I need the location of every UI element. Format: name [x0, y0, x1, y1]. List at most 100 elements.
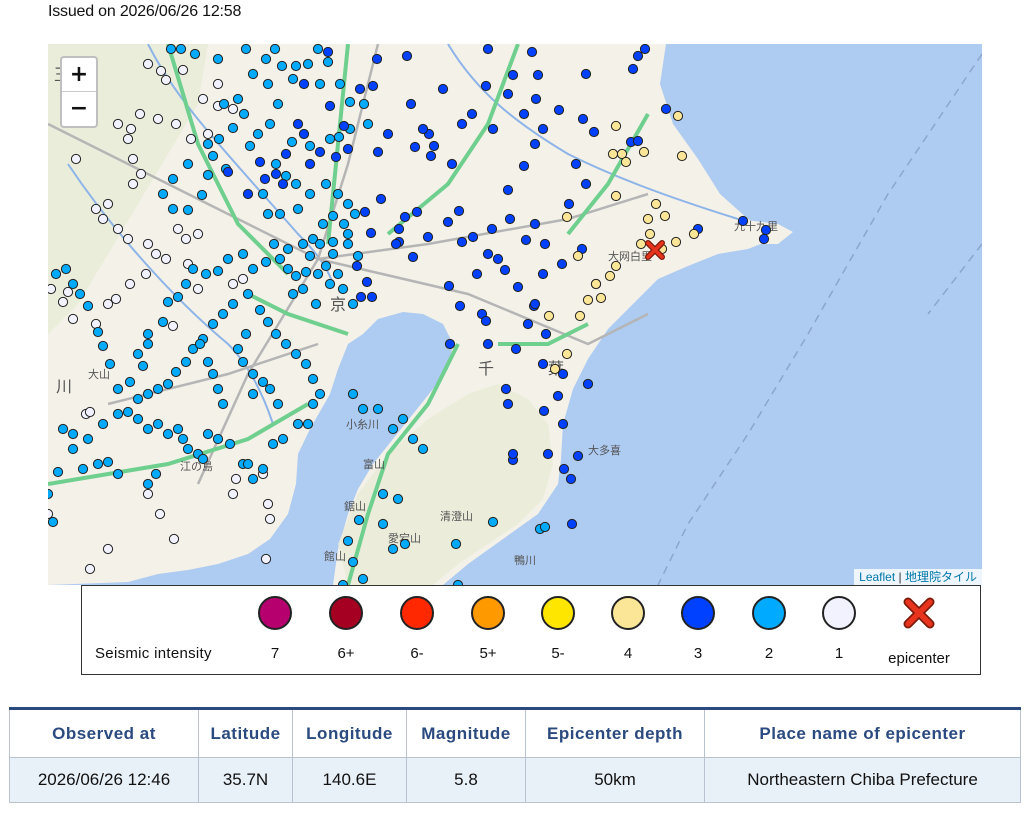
station-marker-2 [302, 58, 314, 70]
station-marker-3 [222, 166, 234, 178]
station-marker-2 [267, 438, 279, 450]
station-marker-3 [467, 231, 479, 243]
legend-item-5plus: 5+ [448, 596, 528, 666]
station-marker-1 [102, 543, 114, 555]
station-marker-1 [152, 113, 164, 125]
intensity-map[interactable]: 玉 千 葉 京 川 大山 江の島 小糸川 清澄山 大多喜 愛宕山 富山 鋸山 館… [48, 44, 982, 585]
station-marker-2 [312, 44, 324, 55]
station-marker-3 [582, 378, 594, 390]
station-marker-3 [446, 158, 458, 170]
station-marker-2 [187, 263, 199, 275]
place-label: 小糸川 [346, 418, 379, 431]
legend-label: 2 [764, 645, 774, 662]
station-marker-1 [155, 65, 167, 77]
station-marker-3 [537, 358, 549, 370]
legend-item-1: 1 [799, 596, 879, 666]
station-marker-3 [393, 223, 405, 235]
station-marker-2 [272, 398, 284, 410]
station-marker-3 [382, 128, 394, 140]
legend-swatch-icon [471, 596, 505, 630]
station-marker-3 [298, 128, 310, 140]
station-marker-2 [327, 236, 339, 248]
cell-observed-at: 2026/06/26 12:46 [9, 757, 199, 803]
station-marker-2 [297, 238, 309, 250]
station-marker-2 [162, 378, 174, 390]
zoom-in-button[interactable]: + [62, 58, 96, 92]
station-marker-3 [304, 158, 316, 170]
station-marker-3 [354, 83, 366, 95]
station-marker-3 [480, 80, 492, 92]
station-marker-2 [377, 518, 389, 530]
station-marker-3 [558, 463, 570, 475]
station-marker-3 [314, 146, 326, 158]
station-marker-1 [124, 278, 136, 290]
station-marker-2 [387, 543, 399, 555]
leaflet-link[interactable]: Leaflet [859, 570, 895, 584]
station-marker-3 [401, 50, 413, 62]
station-marker-4 [650, 198, 662, 210]
station-marker-2 [282, 243, 294, 255]
place-label: 千 [478, 360, 494, 378]
station-marker-3 [507, 448, 519, 460]
station-marker-3 [518, 108, 530, 120]
station-marker-3 [361, 276, 373, 288]
col-epicenter-depth: Epicenter depth [525, 707, 705, 758]
station-marker-3 [529, 298, 541, 310]
zoom-out-button[interactable]: − [62, 92, 96, 125]
station-marker-2 [232, 93, 244, 105]
place-label: 富山 [363, 457, 385, 471]
station-marker-2 [268, 238, 280, 250]
station-marker-2 [358, 98, 370, 110]
station-marker-2 [277, 433, 289, 445]
station-marker-2 [180, 278, 192, 290]
station-marker-4 [635, 238, 647, 250]
station-marker-3 [627, 63, 639, 75]
station-marker-3 [359, 206, 371, 218]
station-marker-3 [270, 168, 282, 180]
station-marker-1 [48, 283, 57, 295]
station-marker-4 [672, 110, 684, 122]
station-marker-3 [577, 113, 589, 125]
station-marker-3 [758, 233, 770, 245]
station-marker-1 [110, 293, 122, 305]
station-marker-4 [644, 228, 656, 240]
station-marker-3 [529, 218, 541, 230]
station-marker-2 [162, 296, 174, 308]
station-marker-2 [207, 318, 219, 330]
cell-longitude: 140.6E [292, 757, 407, 803]
station-marker-2 [314, 78, 326, 90]
station-marker-2 [304, 250, 316, 262]
station-marker-2 [282, 263, 294, 275]
station-marker-2 [132, 413, 144, 425]
legend-item-5minus: 5- [518, 596, 598, 666]
station-marker-2 [334, 78, 346, 90]
station-marker-2 [320, 178, 332, 190]
station-marker-1 [160, 253, 172, 265]
station-marker-2 [342, 238, 354, 250]
station-marker-4 [582, 294, 594, 306]
legend-item-epicenter: epicenter [879, 596, 959, 667]
station-marker-4 [561, 211, 573, 223]
station-marker-2 [213, 133, 225, 145]
station-marker-3 [351, 260, 363, 272]
station-marker-1 [70, 153, 82, 165]
station-marker-2 [92, 326, 104, 338]
station-marker-2 [332, 188, 344, 200]
station-marker-1 [172, 223, 184, 235]
station-marker-2 [172, 423, 184, 435]
station-marker-2 [327, 210, 339, 222]
station-marker-2 [247, 263, 259, 275]
station-marker-2 [222, 253, 234, 265]
station-marker-1 [57, 296, 69, 308]
station-marker-2 [180, 356, 192, 368]
gsi-tiles-link[interactable]: 地理院タイル [905, 570, 977, 584]
station-marker-1 [237, 273, 249, 285]
station-marker-2 [257, 188, 269, 200]
station-marker-2 [92, 458, 104, 470]
station-marker-2 [290, 270, 302, 282]
place-label: 川 [56, 379, 72, 396]
station-marker-1 [150, 248, 162, 260]
station-marker-4 [574, 310, 586, 322]
station-marker-1 [230, 473, 242, 485]
map-canvas[interactable]: 玉 千 葉 京 川 大山 江の島 小糸川 清澄山 大多喜 愛宕山 富山 鋸山 館… [48, 44, 982, 585]
